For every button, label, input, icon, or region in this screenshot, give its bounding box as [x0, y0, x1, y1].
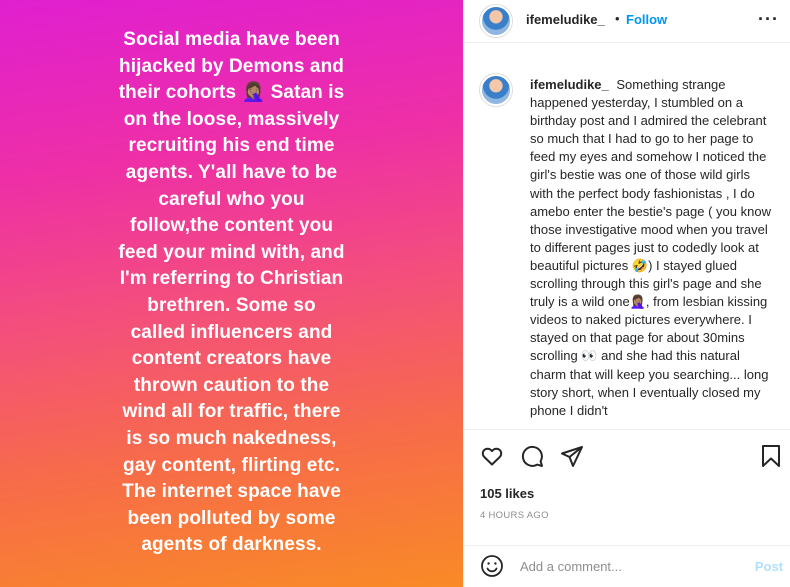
post-actions: 105 likes 4 HOURS AGO [464, 429, 790, 559]
separator-dot: • [615, 11, 620, 26]
heart-icon[interactable] [480, 444, 504, 468]
share-icon[interactable] [560, 444, 584, 468]
header-username[interactable]: ifemeludike_ [526, 12, 605, 27]
likes-count[interactable]: 105 likes [480, 486, 534, 501]
post-header: ifemeludike_ • Follow ··· [464, 0, 790, 43]
caption-avatar[interactable] [480, 74, 512, 106]
story-text: Social media have been hijacked by Demon… [118, 29, 345, 556]
story-image: Social media have been hijacked by Demon… [0, 0, 463, 587]
post-sidebar: ifemeludike_ • Follow ··· ifemeludike_ S… [463, 0, 790, 587]
caption-username[interactable]: ifemeludike_ [530, 77, 609, 92]
follow-button[interactable]: Follow [626, 12, 667, 27]
comment-input[interactable] [520, 554, 740, 578]
caption-text: Something strange happened yesterday, I … [530, 77, 771, 418]
post-button[interactable]: Post [755, 559, 783, 574]
more-options-icon[interactable]: ··· [758, 9, 779, 30]
post-caption: ifemeludike_ Something strange happened … [530, 76, 776, 429]
smiley-icon[interactable] [480, 554, 504, 578]
post-timestamp[interactable]: 4 HOURS AGO [480, 510, 549, 521]
comment-bar: Post [464, 545, 790, 587]
bookmark-icon[interactable] [759, 444, 783, 468]
avatar[interactable] [480, 5, 512, 37]
comment-icon[interactable] [520, 444, 544, 468]
